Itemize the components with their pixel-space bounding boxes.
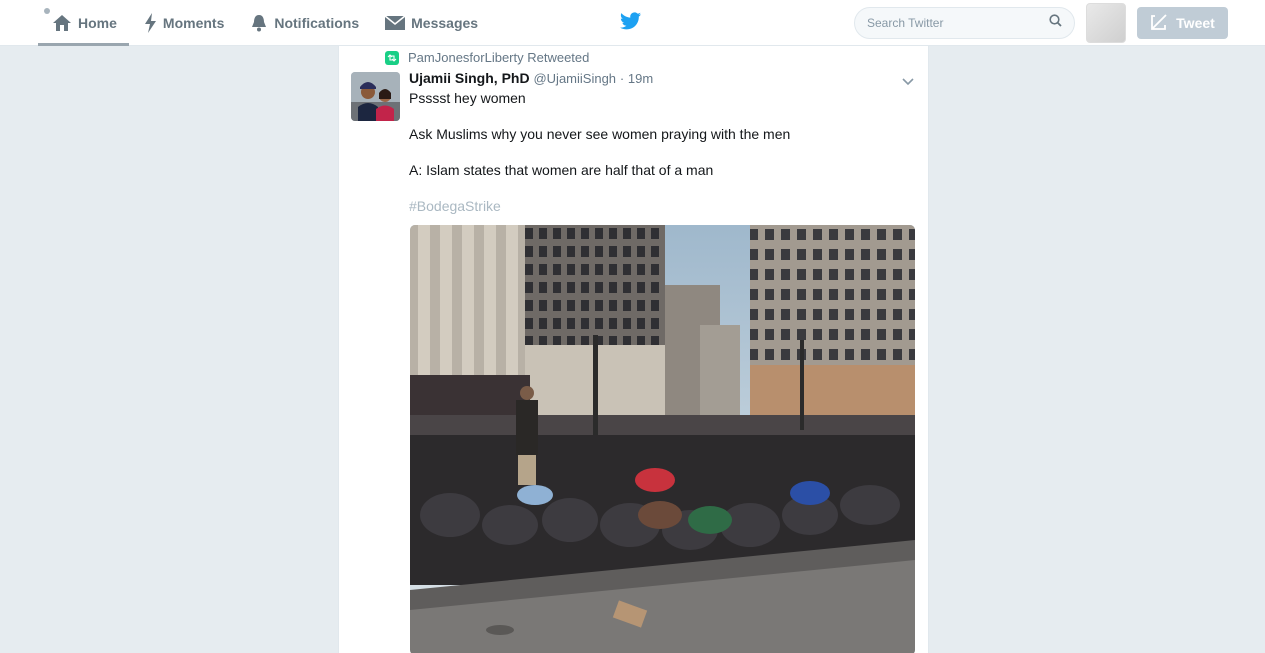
nav-home-label: Home [78, 15, 117, 31]
twitter-bird-logo-icon[interactable] [620, 12, 641, 35]
nav-notifications[interactable]: Notifications [236, 0, 371, 46]
tweet-timestamp[interactable]: · 19m [620, 71, 653, 86]
search-icon[interactable] [1049, 14, 1062, 32]
author-avatar[interactable] [351, 72, 400, 121]
lightning-icon [143, 13, 157, 33]
compose-tweet-button[interactable]: Tweet [1137, 7, 1228, 39]
nav-messages[interactable]: Messages [371, 0, 490, 46]
nav-home[interactable]: Home [38, 0, 129, 46]
nav-messages-label: Messages [411, 15, 479, 31]
search-input[interactable] [867, 16, 1049, 30]
user-avatar[interactable] [1086, 3, 1126, 43]
nav-moments-label: Moments [162, 15, 225, 31]
author-handle[interactable]: @UjamiiSingh [533, 71, 616, 86]
home-icon [52, 14, 72, 32]
tweet-photo[interactable] [410, 225, 915, 653]
hashtag-link[interactable]: #BodegaStrike [409, 198, 909, 214]
envelope-icon [385, 15, 406, 31]
compose-feather-icon [1150, 13, 1170, 34]
tweet-text-line-3: A: Islam states that women are half that… [409, 162, 714, 178]
nav-moments[interactable]: Moments [129, 0, 236, 46]
retweeted-by-label: PamJonesforLiberty Retweeted [408, 50, 590, 65]
tweet-header: Ujamii Singh, PhD @UjamiiSingh · 19m [409, 70, 653, 86]
tweet-card[interactable]: PamJonesforLiberty Retweeted Ujamii Sing… [338, 46, 929, 653]
retweet-context[interactable]: PamJonesforLiberty Retweeted [385, 50, 589, 65]
bell-icon [250, 14, 268, 32]
chevron-down-icon[interactable] [902, 73, 914, 91]
top-navigation-bar: Home Moments Notifications Messages Sear… [0, 0, 1265, 46]
tweet-text-line-2: Ask Muslims why you never see women pray… [409, 126, 791, 142]
tweet-text-line-1: Psssst hey women [409, 90, 526, 106]
nav-notifications-label: Notifications [274, 15, 360, 31]
search-box[interactable] [854, 7, 1075, 39]
main-nav: Home Moments Notifications Messages [38, 0, 490, 46]
author-name[interactable]: Ujamii Singh, PhD [409, 70, 530, 86]
retweet-icon [385, 50, 399, 65]
compose-tweet-label: Tweet [1176, 15, 1215, 31]
